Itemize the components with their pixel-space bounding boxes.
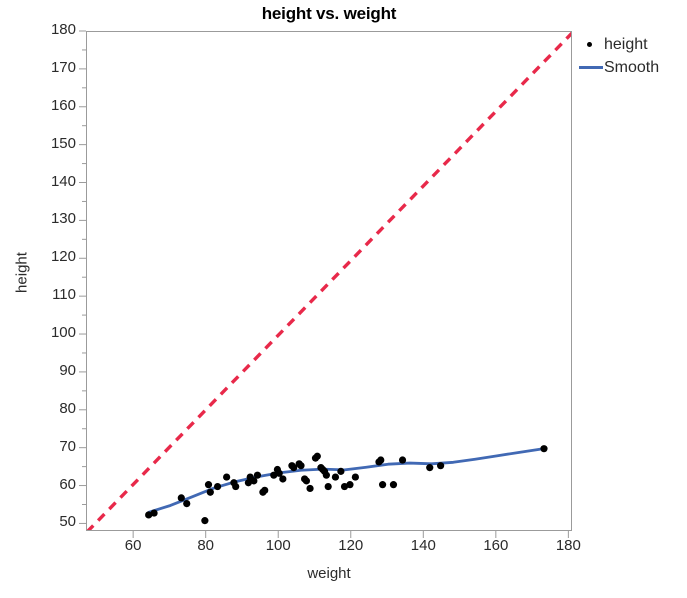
legend-line-icon: [578, 56, 604, 79]
x-tick-label: 160: [483, 537, 509, 554]
legend-label-height: height: [604, 35, 648, 53]
x-tick-label: 80: [197, 537, 215, 554]
legend-item-smooth[interactable]: Smooth: [578, 56, 687, 79]
x-tick-label: 120: [338, 537, 364, 554]
x-tick-label: 100: [265, 537, 291, 554]
x-axis-tick-labels: 60 80 100 120 140 160 180: [0, 0, 687, 598]
x-tick-label: 140: [410, 537, 436, 554]
legend-dot-icon: [578, 33, 604, 56]
x-tick-label: 60: [124, 537, 142, 554]
legend-label-smooth: Smooth: [604, 58, 660, 76]
x-tick-label: 180: [555, 537, 581, 554]
chart-legend: height Smooth: [578, 33, 687, 79]
y-axis-title: height: [13, 252, 31, 293]
chart-container: height vs. weight 50 60 70 80 90 100 110 120 130…: [0, 0, 687, 598]
legend-item-height[interactable]: height: [578, 33, 687, 56]
x-axis-title: weight: [307, 565, 351, 582]
